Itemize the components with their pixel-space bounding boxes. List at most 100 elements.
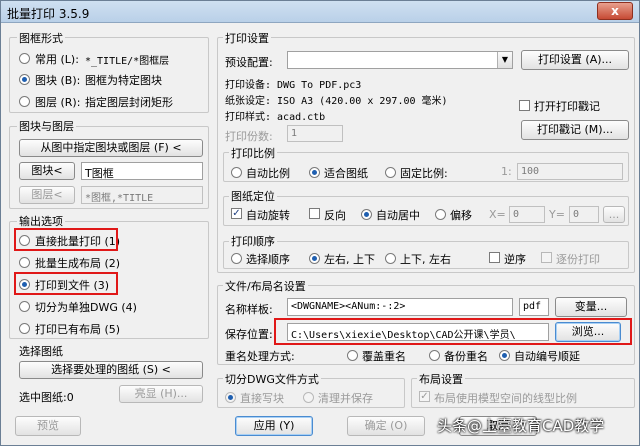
close-button[interactable]: x — [597, 2, 633, 20]
watermark: 头条@上臺教育CAD教学 — [437, 417, 605, 435]
ok-button[interactable]: 确定 (O) — [347, 416, 425, 436]
scale-fit-radio[interactable] — [309, 167, 320, 178]
selected-count: 选中图纸:0 — [19, 391, 74, 404]
block-name-input[interactable]: T图框 — [81, 162, 203, 180]
scale-auto-radio[interactable] — [231, 167, 242, 178]
save-location-label: 保存位置: — [225, 328, 273, 341]
duplicate-handling-label: 重名处理方式: — [225, 350, 295, 363]
offset-label: 偏移 — [450, 209, 472, 222]
position-title: 图纸定位 — [229, 188, 277, 204]
auto-rotate-label: 自动旋转 — [246, 209, 290, 222]
split-dwg-title: 切分DWG文件方式 — [223, 371, 321, 387]
reverse-label: 反向 — [324, 209, 346, 222]
dup-auto-number-radio[interactable] — [499, 350, 510, 361]
batch-copies-label: 逐份打印 — [556, 253, 600, 266]
offset-radio[interactable] — [435, 209, 446, 220]
annotation-highlight-box — [14, 228, 118, 251]
layout-settings-title: 布局设置 — [417, 371, 465, 387]
scale-fit-label: 适合图纸 — [324, 167, 368, 180]
batch-print-dialog: 批量打印 3.5.9 x 图框形式 常用 (L): *_TITLE/*图框层 图… — [0, 0, 640, 446]
offset-x-input[interactable]: 0 — [509, 206, 545, 223]
order-lr-label: 左右, 上下 — [324, 253, 375, 266]
frame-style-block-desc: 图框为特定图块 — [85, 74, 162, 87]
frame-style-common-label: 常用 (L): — [35, 53, 79, 66]
reverse-checkbox[interactable] — [309, 208, 320, 219]
output-gen-layout-label: 批量生成布局 (2) — [35, 257, 121, 270]
output-split-dwg-radio[interactable] — [19, 301, 30, 312]
pick-block-layer-button[interactable]: 从图中指定图块或图层 (F) < — [19, 139, 203, 157]
offset-y-input[interactable]: 0 — [569, 206, 599, 223]
preview-button[interactable]: 预览 — [15, 416, 81, 436]
open-stamp-label: 打开打印戳记 — [534, 100, 600, 113]
dup-backup-radio[interactable] — [429, 350, 440, 361]
paper-setting: 纸张设定: ISO A3 (420.00 x 297.00 毫米) — [225, 96, 448, 107]
frame-style-block-radio[interactable] — [19, 74, 30, 85]
name-template-input[interactable]: <DWGNAME><ANum:-:2> — [287, 298, 513, 316]
variables-button[interactable]: 变量... — [555, 297, 627, 317]
block-layer-title: 图块与图层 — [17, 118, 76, 134]
scale-fixed-prefix: 1: — [501, 165, 512, 178]
print-settings-title: 打印设置 — [223, 30, 271, 46]
copies-label: 打印份数: — [225, 130, 273, 143]
print-setup-button[interactable]: 打印设置 (A)... — [521, 50, 629, 70]
block-button[interactable]: 图块< — [19, 162, 75, 180]
split-write-block-radio[interactable] — [225, 392, 236, 403]
dup-overwrite-radio[interactable] — [347, 350, 358, 361]
open-stamp-checkbox[interactable] — [519, 100, 530, 111]
scale-auto-label: 自动比例 — [246, 167, 290, 180]
frame-style-block-label: 图块 (B): — [35, 74, 81, 87]
print-device: 打印设备: DWG To PDF.pc3 — [225, 80, 362, 91]
order-reverse-checkbox[interactable] — [489, 252, 500, 263]
split-write-block-label: 直接写块 — [240, 392, 284, 405]
scale-fixed-radio[interactable] — [385, 167, 396, 178]
stamp-button[interactable]: 打印戳记 (M)... — [521, 120, 629, 140]
copies-input[interactable]: 1 — [287, 125, 343, 142]
layer-button[interactable]: 图层< — [19, 186, 75, 204]
frame-style-common-radio[interactable] — [19, 53, 30, 64]
frame-style-title: 图框形式 — [17, 30, 65, 46]
split-purge-save-radio[interactable] — [303, 392, 314, 403]
output-split-dwg-label: 切分为单独DWG (4) — [35, 301, 137, 314]
layer-name-input[interactable]: *图框,*TITLE — [81, 186, 203, 204]
window-title: 批量打印 3.5.9 — [7, 7, 90, 21]
dup-overwrite-label: 覆盖重名 — [362, 350, 406, 363]
order-select-label: 选择顺序 — [246, 253, 290, 266]
extension-input[interactable]: pdf — [519, 298, 549, 316]
preset-label: 预设配置: — [225, 56, 273, 69]
select-drawings-button[interactable]: 选择要处理的图纸 (S) < — [19, 361, 203, 379]
name-template-label: 名称样板: — [225, 303, 273, 316]
frame-style-layer-radio[interactable] — [19, 96, 30, 107]
auto-rotate-checkbox[interactable]: ✓ — [231, 208, 242, 219]
select-drawings-title: 选择图纸 — [17, 343, 65, 359]
title-bar: 批量打印 3.5.9 x — [1, 1, 639, 23]
annotation-highlight-box — [274, 318, 632, 345]
print-style: 打印样式: acad.ctb — [225, 112, 326, 123]
auto-center-label: 自动居中 — [376, 209, 420, 222]
print-order-title: 打印顺序 — [229, 233, 277, 249]
scale-fixed-label: 固定比例: — [400, 167, 448, 180]
offset-x-label: X= — [489, 208, 506, 221]
order-reverse-label: 逆序 — [504, 253, 526, 266]
order-select-radio[interactable] — [231, 253, 242, 264]
order-ud-label: 上下, 左右 — [400, 253, 451, 266]
auto-center-radio[interactable] — [361, 209, 372, 220]
output-existing-layout-radio[interactable] — [19, 323, 30, 334]
apply-button[interactable]: 应用 (Y) — [235, 416, 313, 436]
model-linetype-label: 布局使用模型空间的线型比例 — [434, 392, 577, 405]
order-lr-radio[interactable] — [309, 253, 320, 264]
order-ud-radio[interactable] — [385, 253, 396, 264]
dup-auto-number-label: 自动编号顺延 — [514, 350, 580, 363]
frame-style-layer-desc: 指定图层封闭矩形 — [85, 96, 173, 109]
output-gen-layout-radio[interactable] — [19, 257, 30, 268]
batch-copies-checkbox[interactable] — [541, 252, 552, 263]
chevron-down-icon: ▼ — [497, 52, 512, 68]
scale-fixed-input[interactable]: 100 — [517, 163, 623, 180]
split-purge-save-label: 清理并保存 — [318, 392, 373, 405]
highlight-button[interactable]: 亮显 (H)... — [119, 385, 203, 403]
frame-style-common-desc: *_TITLE/*图框层 — [85, 56, 170, 67]
model-linetype-checkbox[interactable]: ✓ — [419, 391, 430, 402]
offset-pick-button[interactable]: ... — [603, 206, 625, 223]
output-options-title: 输出选项 — [17, 213, 65, 229]
annotation-highlight-box — [14, 272, 118, 295]
preset-select[interactable]: ▼ — [287, 51, 513, 69]
